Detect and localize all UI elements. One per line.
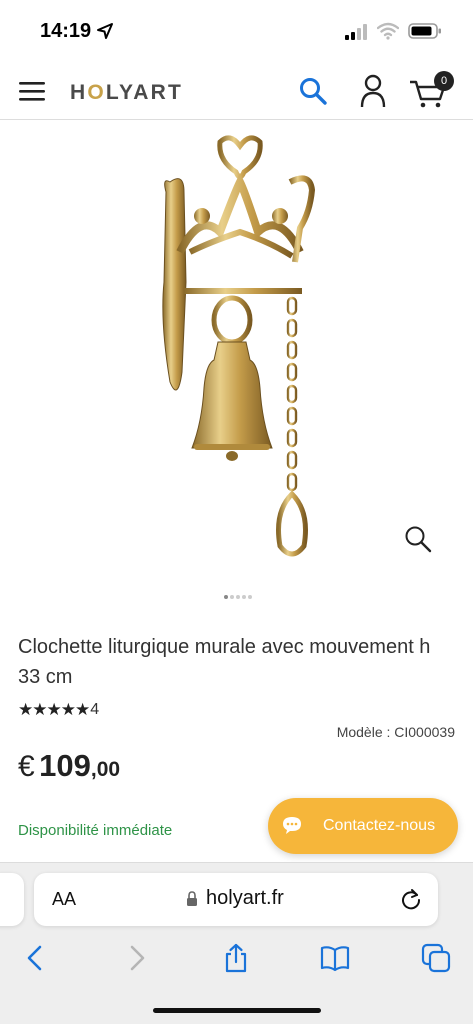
- review-count: 4: [90, 701, 100, 718]
- lock-icon: [187, 891, 197, 906]
- tabs-icon[interactable]: [421, 943, 451, 973]
- cart-count-badge: 0: [434, 71, 454, 91]
- price-decimals: ,00: [90, 758, 121, 781]
- holyart-logo[interactable]: HOLYART: [70, 81, 183, 105]
- price-currency: €: [18, 750, 35, 783]
- url-domain: holyart.fr: [206, 887, 284, 909]
- product-rating[interactable]: ★★★★★ 4: [18, 700, 99, 720]
- reader-settings-button[interactable]: AA: [52, 889, 76, 910]
- gallery-dot[interactable]: [230, 595, 234, 599]
- price-integer: 109: [39, 748, 91, 783]
- status-time: 14:19: [40, 20, 92, 42]
- rating-stars: ★★★★★: [18, 700, 90, 719]
- product-model: Modèle : CI000039: [336, 724, 455, 740]
- location-arrow-icon: [97, 23, 113, 39]
- battery-icon: [408, 23, 441, 39]
- home-indicator[interactable]: [153, 1008, 321, 1013]
- status-bar: 14:19: [0, 0, 473, 62]
- chat-bubble-icon: [283, 817, 301, 834]
- contact-us-label: Contactez-nous: [323, 817, 436, 834]
- address-bar[interactable]: AA holyart.fr: [34, 873, 438, 926]
- logo-text-prefix: H: [70, 81, 88, 104]
- wifi-icon: [377, 22, 399, 40]
- aa-label: AA: [52, 889, 77, 909]
- zoom-icon[interactable]: [403, 524, 433, 554]
- gallery-dot[interactable]: [224, 595, 228, 599]
- product-title: Clochette liturgique murale avec mouveme…: [18, 636, 431, 688]
- logo-text-suffix: LYART: [105, 81, 184, 104]
- user-icon[interactable]: [358, 74, 388, 108]
- product-image[interactable]: [140, 132, 340, 572]
- search-icon[interactable]: [298, 76, 328, 106]
- previous-tab-preview[interactable]: [0, 873, 24, 926]
- gallery-pagination: [224, 595, 252, 601]
- reload-icon[interactable]: [400, 888, 422, 910]
- availability-status: Disponibilité immédiate: [18, 822, 173, 839]
- site-header: HOLYART 0: [0, 62, 473, 120]
- cellular-signal-icon: [345, 24, 367, 40]
- gallery-dot[interactable]: [236, 595, 240, 599]
- bookmarks-icon[interactable]: [320, 943, 350, 973]
- product-price: € 109,00: [18, 748, 120, 784]
- forward-icon[interactable]: [122, 943, 152, 973]
- logo-halo-o: O: [87, 81, 106, 104]
- menu-icon[interactable]: [19, 80, 45, 102]
- browser-toolbar: AA holyart.fr: [0, 862, 473, 1024]
- share-icon[interactable]: [221, 943, 251, 973]
- contact-us-button[interactable]: Contactez-nous: [268, 798, 458, 854]
- gallery-dot[interactable]: [242, 595, 246, 599]
- back-icon[interactable]: [20, 943, 50, 973]
- gallery-dot[interactable]: [248, 595, 252, 599]
